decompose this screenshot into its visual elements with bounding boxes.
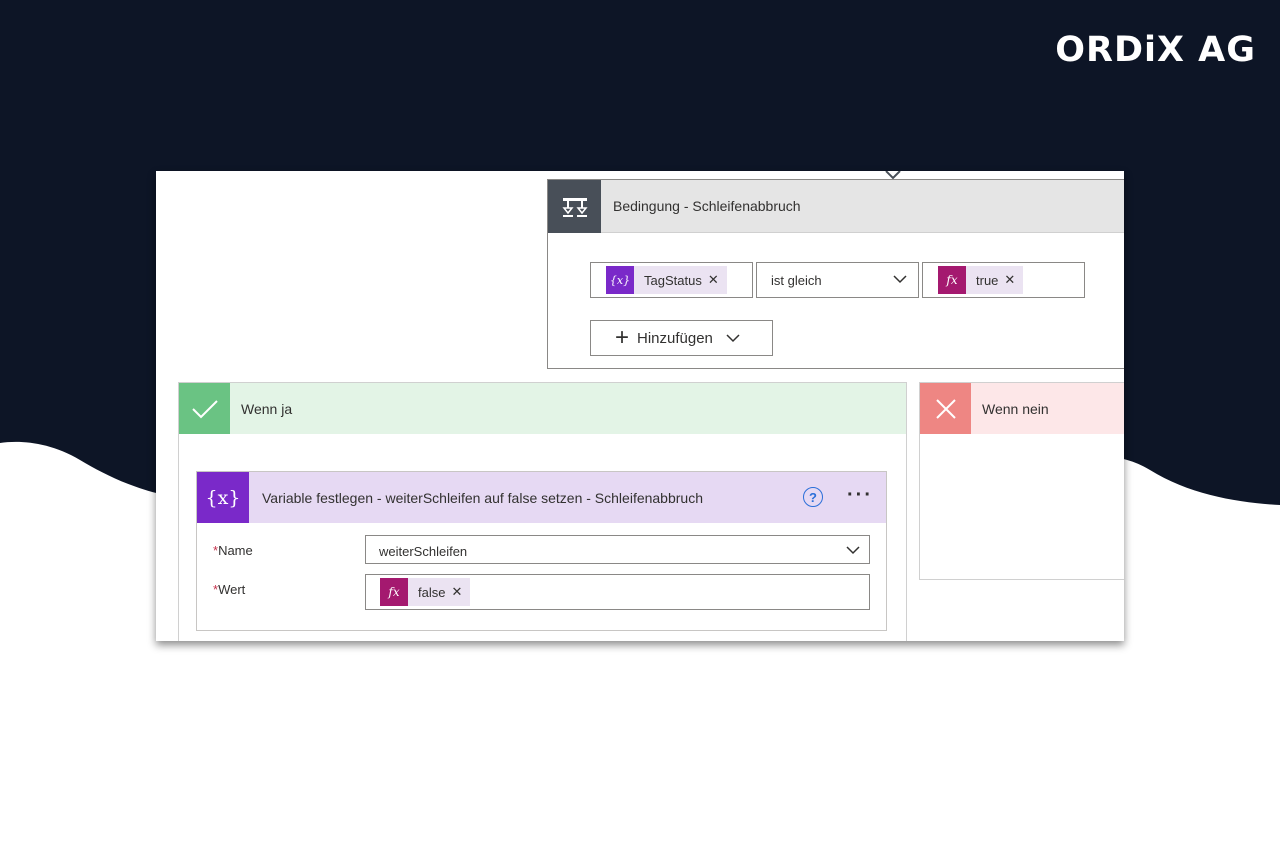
add-button-label: Hinzufügen	[637, 329, 713, 347]
token-label: false	[418, 584, 446, 600]
remove-token-icon[interactable]: ✕	[451, 584, 470, 600]
brand-logo: ORDiX AG	[1055, 30, 1256, 70]
value-field[interactable]: fx false ✕	[365, 574, 870, 610]
chevron-down-icon	[726, 334, 740, 343]
condition-icon	[548, 180, 601, 233]
yes-branch-header[interactable]: Wenn ja	[179, 383, 906, 434]
value-param-label: *Wert	[213, 582, 246, 597]
true-token[interactable]: fx true ✕	[938, 266, 1024, 294]
variable-name-value: weiterSchleifen	[379, 544, 468, 559]
set-variable-header[interactable]: {x} Variable festlegen - weiterSchleifen…	[197, 472, 886, 523]
check-icon	[179, 383, 230, 434]
plus-icon: +	[615, 324, 630, 351]
fx-icon: fx	[380, 578, 408, 606]
flow-designer-screenshot: Bedingung - Schleifenabbruch {x} TagStat…	[156, 171, 1124, 641]
no-branch: Wenn nein	[919, 382, 1124, 580]
tagstatus-token[interactable]: {x} TagStatus ✕	[606, 266, 727, 294]
condition-title: Bedingung - Schleifenabbruch	[613, 198, 801, 214]
right-operand-field[interactable]: fx true ✕	[922, 262, 1085, 298]
set-variable-title: Variable festlegen - weiterSchleifen auf…	[262, 490, 703, 506]
add-button[interactable]: + Hinzufügen	[590, 320, 773, 356]
operator-value: ist gleich	[771, 273, 822, 288]
chevron-down-icon	[846, 546, 860, 555]
variable-icon: {x}	[606, 266, 634, 294]
variable-name-dropdown[interactable]: weiterSchleifen	[365, 535, 870, 564]
help-icon[interactable]: ?	[803, 487, 823, 507]
variable-icon: {x}	[197, 472, 249, 523]
remove-token-icon[interactable]: ✕	[1004, 272, 1023, 288]
name-param-label: *Name	[213, 543, 253, 558]
set-variable-card: {x} Variable festlegen - weiterSchleifen…	[196, 471, 887, 631]
chevron-down-icon	[893, 275, 907, 284]
left-operand-field[interactable]: {x} TagStatus ✕	[590, 262, 753, 298]
more-options-icon[interactable]: ···	[847, 484, 873, 507]
token-label: true	[976, 272, 999, 288]
yes-branch-title: Wenn ja	[241, 401, 293, 417]
token-label: TagStatus	[644, 272, 702, 288]
operator-dropdown[interactable]: ist gleich	[756, 262, 919, 298]
false-token[interactable]: fx false ✕	[380, 578, 471, 606]
condition-card: Bedingung - Schleifenabbruch {x} TagStat…	[547, 179, 1124, 369]
close-icon	[920, 383, 971, 434]
no-branch-header[interactable]: Wenn nein	[920, 383, 1124, 434]
condition-header[interactable]: Bedingung - Schleifenabbruch	[548, 180, 1124, 233]
no-branch-title: Wenn nein	[982, 401, 1049, 417]
fx-icon: fx	[938, 266, 966, 294]
remove-token-icon[interactable]: ✕	[708, 272, 727, 288]
